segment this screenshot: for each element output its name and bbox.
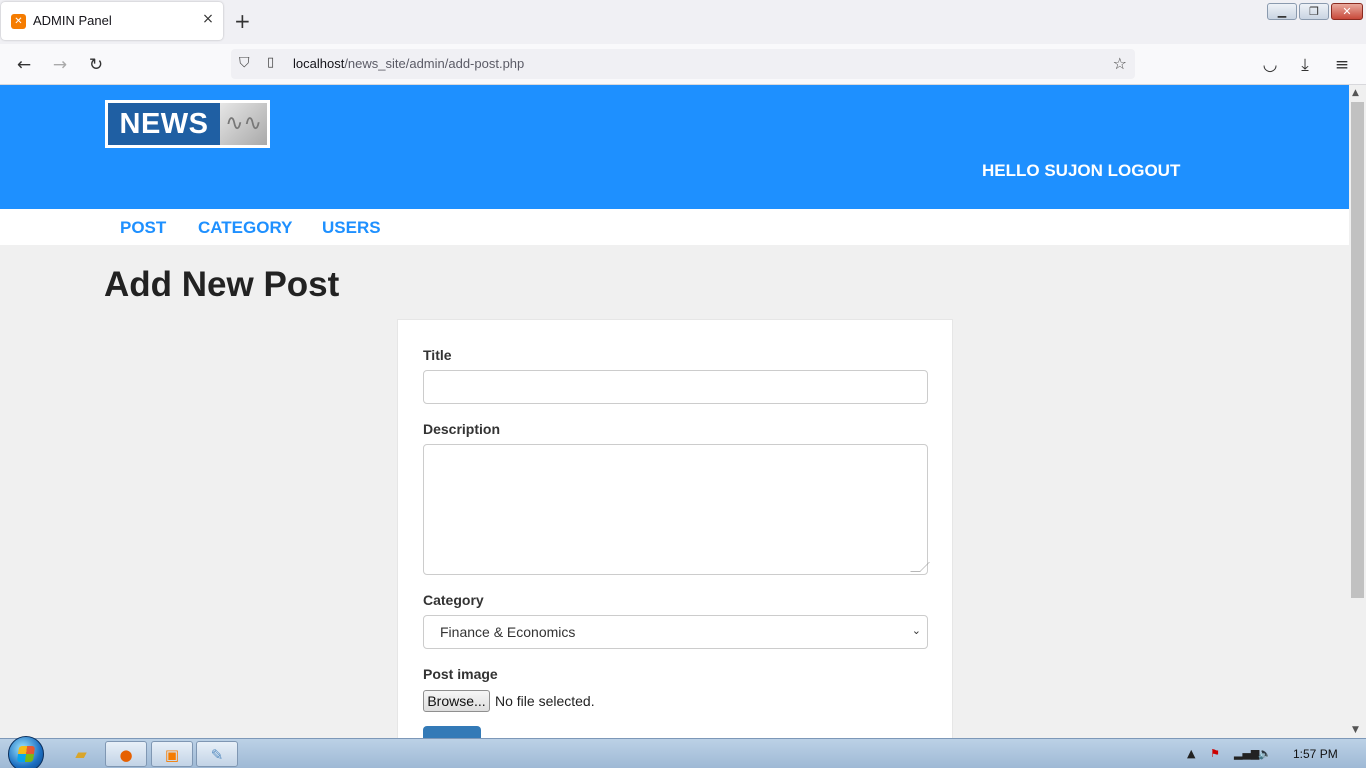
title-label: Title: [423, 347, 452, 363]
category-label: Category: [423, 592, 484, 608]
title-input[interactable]: [423, 370, 928, 404]
xampp-icon: ▣: [164, 746, 180, 764]
url-text[interactable]: localhost/news_site/admin/add-post.php: [293, 56, 524, 71]
category-selected-value: Finance & Economics: [440, 624, 576, 640]
tray-show-hidden-icon[interactable]: ▲: [1187, 747, 1195, 760]
browser-nav-bar: ← → ↻ ⛉ ▯ localhost/news_site/admin/add-…: [0, 44, 1366, 85]
scroll-up-arrow-icon[interactable]: ▲: [1352, 88, 1359, 98]
address-bar[interactable]: ⛉ ▯ localhost/news_site/admin/add-post.p…: [231, 49, 1135, 79]
admin-menu: POST CATEGORY USERS: [0, 209, 1349, 245]
menu-item-users[interactable]: USERS: [322, 218, 381, 238]
reload-button[interactable]: ↻: [85, 54, 107, 76]
pocket-icon[interactable]: ◡: [1259, 54, 1281, 76]
menu-item-category[interactable]: CATEGORY: [198, 218, 292, 238]
taskbar-explorer[interactable]: ▰: [60, 741, 102, 767]
windows-taskbar: ▰ ● ▣ ✎ ▲ ⚑ ▂▄▆ 🔈 1:57 PM: [0, 736, 1366, 768]
window-minimize-button[interactable]: ▁: [1267, 3, 1297, 20]
network-signal-icon[interactable]: ▂▄▆: [1234, 747, 1259, 760]
page-scrollbar[interactable]: ▲ ▼: [1349, 85, 1366, 738]
forward-button[interactable]: →: [49, 54, 71, 76]
firefox-icon: ●: [119, 746, 133, 764]
taskbar-clock[interactable]: 1:57 PM: [1293, 747, 1338, 761]
category-select[interactable]: Finance & Economics ⌄: [423, 615, 928, 649]
add-post-form: Title Description Category Finance & Eco…: [397, 319, 953, 738]
post-image-label: Post image: [423, 666, 498, 682]
taskbar-paint[interactable]: ✎: [196, 741, 238, 767]
window-close-button[interactable]: ✕: [1331, 3, 1363, 20]
news-logo[interactable]: NEWS ∿∿: [105, 100, 270, 148]
tab-close-icon[interactable]: ×: [200, 11, 216, 27]
hello-logout-link[interactable]: HELLO SUJON LOGOUT: [982, 161, 1180, 181]
scroll-down-arrow-icon[interactable]: ▼: [1352, 725, 1359, 735]
description-textarea[interactable]: [423, 444, 930, 575]
volume-icon[interactable]: 🔈: [1258, 747, 1272, 760]
browse-file-button[interactable]: Browse...: [423, 690, 490, 712]
app-menu-icon[interactable]: ≡: [1331, 54, 1353, 76]
submit-button[interactable]: [423, 726, 481, 738]
menu-item-post[interactable]: POST: [120, 218, 166, 238]
shield-icon[interactable]: ⛉: [239, 55, 250, 71]
page-viewport: NEWS ∿∿ HELLO SUJON LOGOUT POST CATEGORY…: [0, 85, 1349, 738]
taskbar-xampp[interactable]: ▣: [151, 741, 193, 767]
action-center-flag-icon[interactable]: ⚑: [1210, 747, 1220, 760]
tab-title: ADMIN Panel: [33, 13, 112, 28]
page-info-icon[interactable]: ▯: [267, 55, 274, 70]
windows-logo-icon: [16, 746, 36, 762]
logo-text: NEWS: [108, 103, 220, 145]
back-button[interactable]: ←: [13, 54, 35, 76]
file-status-text: No file selected.: [495, 693, 595, 709]
window-maximize-button[interactable]: ❐: [1299, 3, 1329, 20]
description-label: Description: [423, 421, 501, 437]
site-header: NEWS ∿∿ HELLO SUJON LOGOUT: [0, 85, 1349, 209]
page-title: Add New Post: [104, 265, 340, 304]
browser-tab-bar: ✕ ADMIN Panel × + ▁ ❐ ✕: [0, 0, 1366, 44]
bookmark-star-icon[interactable]: ☆: [1113, 54, 1127, 73]
new-tab-button[interactable]: +: [234, 10, 251, 32]
chevron-down-icon: ⌄: [911, 625, 921, 637]
scrollbar-thumb[interactable]: [1351, 102, 1364, 598]
start-button[interactable]: [8, 736, 44, 768]
resize-grip-icon[interactable]: [910, 562, 930, 572]
folder-icon: ▰: [75, 745, 87, 763]
xampp-favicon-icon: ✕: [11, 14, 26, 29]
downloads-icon[interactable]: ⤓: [1294, 54, 1316, 76]
taskbar-firefox[interactable]: ●: [105, 741, 147, 767]
paint-icon: ✎: [210, 746, 224, 764]
browser-tab-admin-panel[interactable]: ✕ ADMIN Panel ×: [1, 2, 223, 40]
abc-logo-mark-icon: ∿∿: [220, 103, 267, 145]
